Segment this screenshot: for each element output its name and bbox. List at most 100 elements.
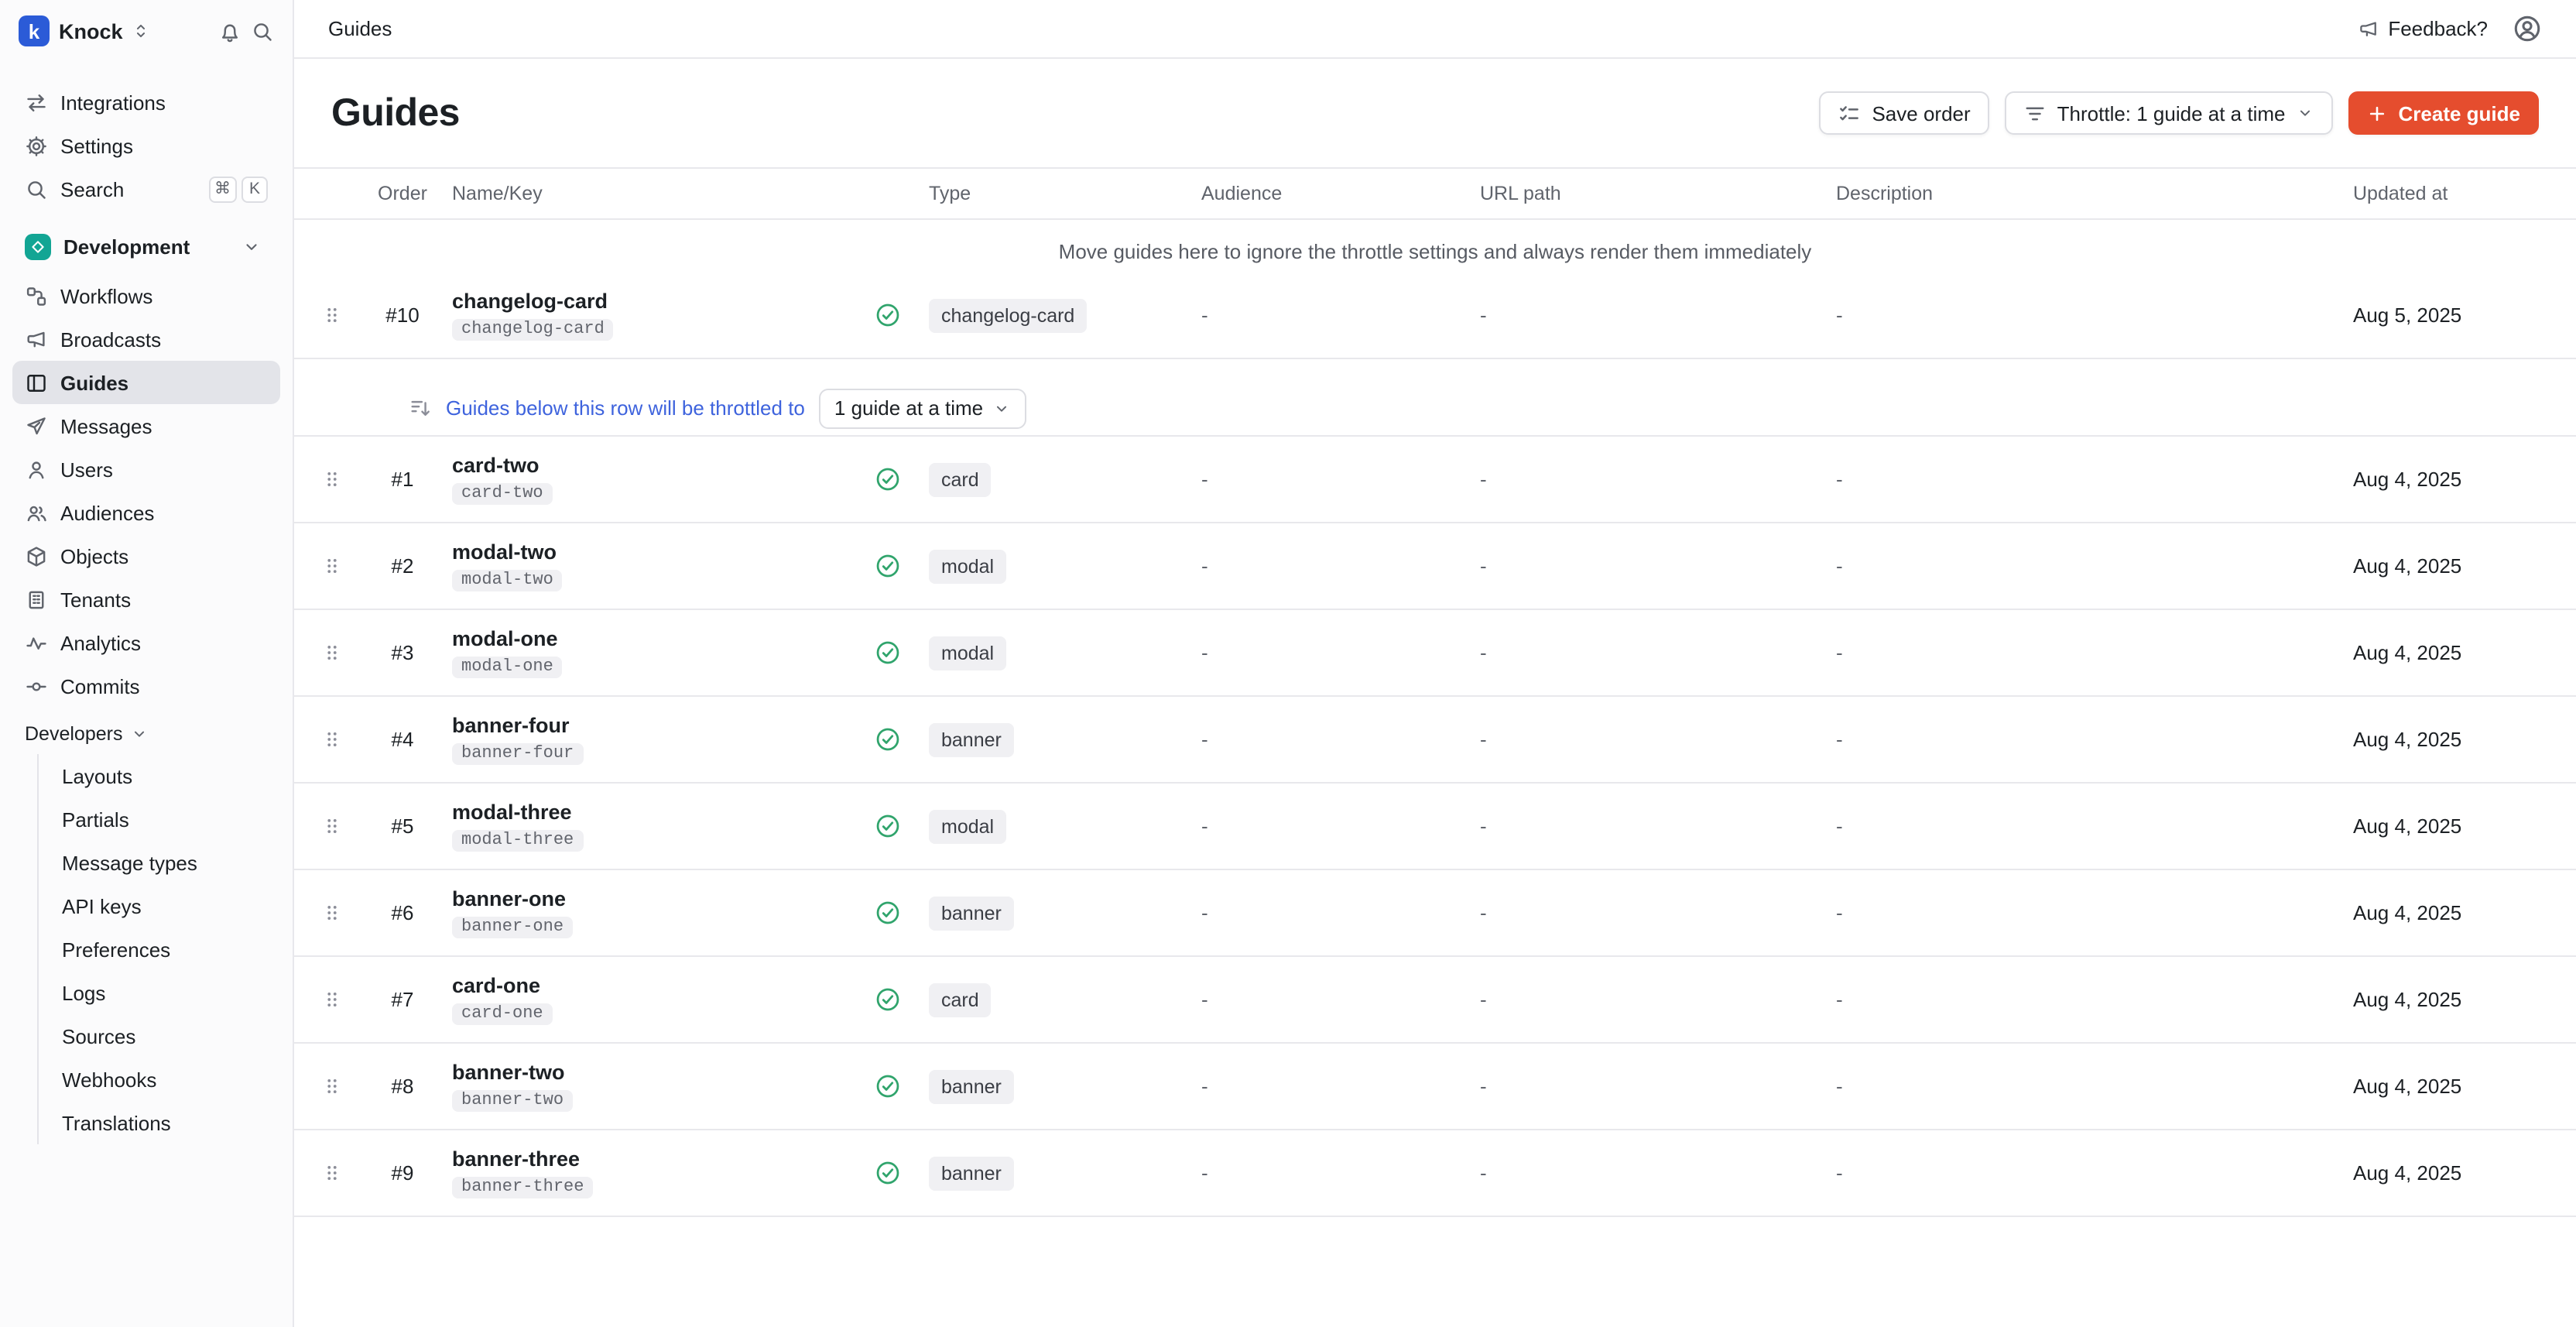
guide-row[interactable]: #7card-onecard-onecard---Aug 4, 2025 <box>294 957 2576 1044</box>
guide-row[interactable]: #8banner-twobanner-twobanner---Aug 4, 20… <box>294 1044 2576 1130</box>
drag-handle-icon[interactable] <box>321 1076 341 1096</box>
sidebar-item-workflows[interactable]: Workflows <box>12 274 280 317</box>
search-icon[interactable] <box>251 19 274 43</box>
sidebar-item-search[interactable]: Search⌘K <box>12 167 280 211</box>
column-header-order: Order <box>368 183 437 204</box>
guide-row[interactable]: #6banner-onebanner-onebanner---Aug 4, 20… <box>294 870 2576 957</box>
table-header-row: OrderName/KeyTypeAudienceURL pathDescrip… <box>294 169 2576 220</box>
throttle-dropdown-button[interactable]: Throttle: 1 guide at a time <box>2005 91 2334 135</box>
search-icon <box>25 177 48 201</box>
drag-handle-icon[interactable] <box>321 729 341 749</box>
guide-description: - <box>1821 901 2331 924</box>
sidebar-subitem-api-keys[interactable]: API keys <box>39 884 280 928</box>
guide-row[interactable]: #2modal-twomodal-twomodal---Aug 4, 2025 <box>294 523 2576 610</box>
sidebar-item-settings[interactable]: Settings <box>12 124 280 167</box>
guide-row[interactable]: #1card-twocard-twocard---Aug 4, 2025 <box>294 437 2576 523</box>
sidebar-item-messages[interactable]: Messages <box>12 404 280 447</box>
pinned-section-notice: Move guides here to ignore the throttle … <box>294 220 2576 273</box>
guide-description: - <box>1821 468 2331 491</box>
sidebar-subitem-webhooks[interactable]: Webhooks <box>39 1058 280 1101</box>
guide-row[interactable]: #4banner-fourbanner-fourbanner---Aug 4, … <box>294 697 2576 784</box>
drag-handle-icon[interactable] <box>321 903 341 923</box>
sidebar-item-label: Tenants <box>60 588 131 611</box>
guide-type-badge: modal <box>929 636 1006 670</box>
guides-table: OrderName/KeyTypeAudienceURL pathDescrip… <box>294 167 2576 1217</box>
check-circle-icon <box>874 1073 900 1099</box>
messages-icon <box>25 414 48 437</box>
knock-logo[interactable]: k <box>19 15 50 46</box>
megaphone-icon <box>2357 18 2379 39</box>
guide-url-path: - <box>1464 468 1821 491</box>
drag-handle-icon[interactable] <box>321 989 341 1010</box>
guide-row[interactable]: #3modal-onemodal-onemodal---Aug 4, 2025 <box>294 610 2576 697</box>
feedback-button[interactable]: Feedback? <box>2357 17 2488 40</box>
drag-handle-icon[interactable] <box>321 305 341 325</box>
guide-row[interactable]: #5modal-threemodal-threemodal---Aug 4, 2… <box>294 784 2576 870</box>
main-content: Guides Save order Throttle: 1 guide at a… <box>294 59 2576 1217</box>
feedback-label: Feedback? <box>2388 17 2488 40</box>
sidebar-item-label: Search <box>60 177 124 201</box>
sidebar-item-audiences[interactable]: Audiences <box>12 491 280 534</box>
sidebar-subitem-message-types[interactable]: Message types <box>39 841 280 884</box>
sidebar-item-objects[interactable]: Objects <box>12 534 280 578</box>
sidebar-item-label: Guides <box>60 371 128 394</box>
guide-row[interactable]: #10changelog-cardchangelog-cardchangelog… <box>294 273 2576 359</box>
guide-description: - <box>1821 988 2331 1011</box>
check-circle-icon <box>874 900 900 926</box>
chevron-down-icon <box>130 725 149 743</box>
sidebar-item-analytics[interactable]: Analytics <box>12 621 280 664</box>
column-header-updated-at: Updated at <box>2331 183 2576 204</box>
sidebar-subitem-label: API keys <box>62 894 142 917</box>
sidebar-subitem-translations[interactable]: Translations <box>39 1101 280 1144</box>
guide-name: modal-two <box>452 540 861 565</box>
guide-description: - <box>1821 1075 2331 1098</box>
sidebar-item-commits[interactable]: Commits <box>12 664 280 708</box>
sidebar-subitem-label: Partials <box>62 808 129 831</box>
selector-icon[interactable] <box>132 22 151 40</box>
drag-handle-icon[interactable] <box>321 1163 341 1183</box>
sidebar-item-label: Audiences <box>60 501 154 524</box>
guide-key: banner-one <box>452 917 573 938</box>
guide-type-badge: banner <box>929 1156 1014 1190</box>
throttled-rows: #1card-twocard-twocard---Aug 4, 2025 #2 mo… <box>294 437 2576 1217</box>
environment-switcher[interactable]: Development <box>12 223 280 269</box>
guide-updated-at: Aug 4, 2025 <box>2331 641 2576 664</box>
save-order-button[interactable]: Save order <box>1819 91 1989 135</box>
guide-type-badge: banner <box>929 896 1014 930</box>
sidebar-subitem-sources[interactable]: Sources <box>39 1014 280 1058</box>
guide-description: - <box>1821 641 2331 664</box>
developers-section-toggle[interactable]: Developers <box>12 714 280 754</box>
sidebar-item-label: Objects <box>60 544 128 567</box>
bell-icon[interactable] <box>218 19 242 43</box>
drag-handle-icon[interactable] <box>321 643 341 663</box>
drag-handle-icon[interactable] <box>321 469 341 489</box>
guide-updated-at: Aug 4, 2025 <box>2331 814 2576 838</box>
sidebar-subitem-partials[interactable]: Partials <box>39 797 280 841</box>
drag-handle-icon[interactable] <box>321 816 341 836</box>
guide-name: banner-three <box>452 1147 861 1172</box>
sidebar-item-broadcasts[interactable]: Broadcasts <box>12 317 280 361</box>
check-circle-icon <box>874 986 900 1013</box>
sidebar-item-label: Broadcasts <box>60 327 161 351</box>
guide-row[interactable]: #9banner-threebanner-threebanner---Aug 4… <box>294 1130 2576 1217</box>
guide-url-path: - <box>1464 641 1821 664</box>
avatar-icon[interactable] <box>2513 14 2542 43</box>
sidebar-item-tenants[interactable]: Tenants <box>12 578 280 621</box>
throttle-divider-label: Guides below this row will be throttled … <box>446 396 805 420</box>
sidebar-item-label: Integrations <box>60 91 166 114</box>
guide-audience: - <box>1186 554 1464 578</box>
sidebar-item-users[interactable]: Users <box>12 447 280 491</box>
sidebar-item-integrations[interactable]: Integrations <box>12 81 280 124</box>
guide-url-path: - <box>1464 728 1821 751</box>
create-guide-button[interactable]: Create guide <box>2349 91 2540 135</box>
sidebar-subitem-preferences[interactable]: Preferences <box>39 928 280 971</box>
commits-icon <box>25 674 48 698</box>
throttle-divider-dropdown[interactable]: 1 guide at a time <box>819 388 1026 428</box>
sidebar-subitem-layouts[interactable]: Layouts <box>39 754 280 797</box>
guide-order: #9 <box>368 1161 437 1185</box>
sidebar-subitem-logs[interactable]: Logs <box>39 971 280 1014</box>
guide-order: #2 <box>368 554 437 578</box>
sidebar-item-guides[interactable]: Guides <box>12 361 280 404</box>
guide-type-badge: card <box>929 982 992 1017</box>
drag-handle-icon[interactable] <box>321 556 341 576</box>
